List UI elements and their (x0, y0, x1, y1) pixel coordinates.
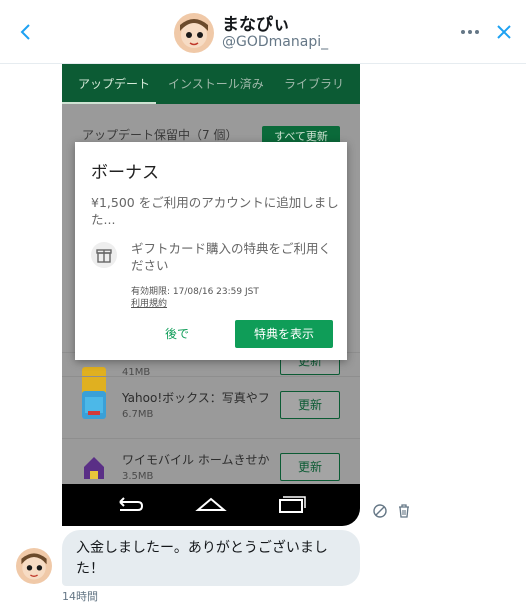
report-icon[interactable] (372, 503, 388, 519)
tab-installed: インストール済み (168, 77, 264, 91)
android-nav-bar (62, 484, 360, 526)
more-options-icon[interactable] (458, 22, 482, 42)
gift-card-text: ギフトカード購入の特典をご利用ください (131, 241, 332, 273)
app-size: 6.7MB (122, 409, 154, 420)
app-title: ワイモバイル ホームきせか (122, 453, 270, 467)
later-button: 後で (164, 327, 189, 341)
show-bonus-button: 特典を表示 (235, 320, 333, 348)
update-button: 更新 (280, 391, 340, 419)
dialog-title: ボーナス (91, 163, 159, 183)
message-bubble[interactable]: 入金しましたー。ありがとうございました！ (62, 530, 360, 586)
avatar[interactable] (174, 13, 214, 53)
bonus-dialog: ボーナス ¥1,500 をご利用のアカウントに追加しました... ギフトカード購… (75, 142, 347, 360)
message-timestamp: 14時間 (62, 590, 98, 603)
contact-name: まなぴぃ (222, 15, 290, 35)
app-title: Yahoo!ボックス：写真やフ (122, 391, 270, 405)
back-nav-icon (112, 494, 146, 516)
dialog-body: ¥1,500 をご利用のアカウントに追加しました... (91, 195, 339, 227)
ymobile-home-app-icon (82, 453, 106, 481)
tab-updates: アップデート (78, 77, 151, 91)
gift-icon (91, 242, 117, 268)
yahoo-box-app-icon (82, 391, 106, 419)
contact-handle: @GODmanapi_ (222, 34, 329, 50)
recents-nav-icon (274, 494, 308, 516)
back-icon[interactable] (14, 20, 38, 44)
tab-library: ライブラリ (284, 77, 345, 91)
play-store-app-bar: アップデート インストール済み ライブラリ (62, 64, 360, 104)
delete-icon[interactable] (396, 503, 412, 519)
conversation-header: まなぴぃ @GODmanapi_ (0, 0, 526, 64)
update-button: 更新 (280, 453, 340, 481)
list-item: Yahoo!ボックス：写真やフ 6.7MB 更新 (62, 376, 360, 438)
terms-link: 利用規約 (131, 299, 168, 309)
pending-updates-label: アップデート保留中（7 個） (82, 128, 238, 142)
close-icon[interactable] (492, 20, 516, 44)
app-size: 3.5MB (122, 471, 154, 482)
home-nav-icon (194, 494, 228, 516)
sender-avatar[interactable] (16, 548, 52, 584)
